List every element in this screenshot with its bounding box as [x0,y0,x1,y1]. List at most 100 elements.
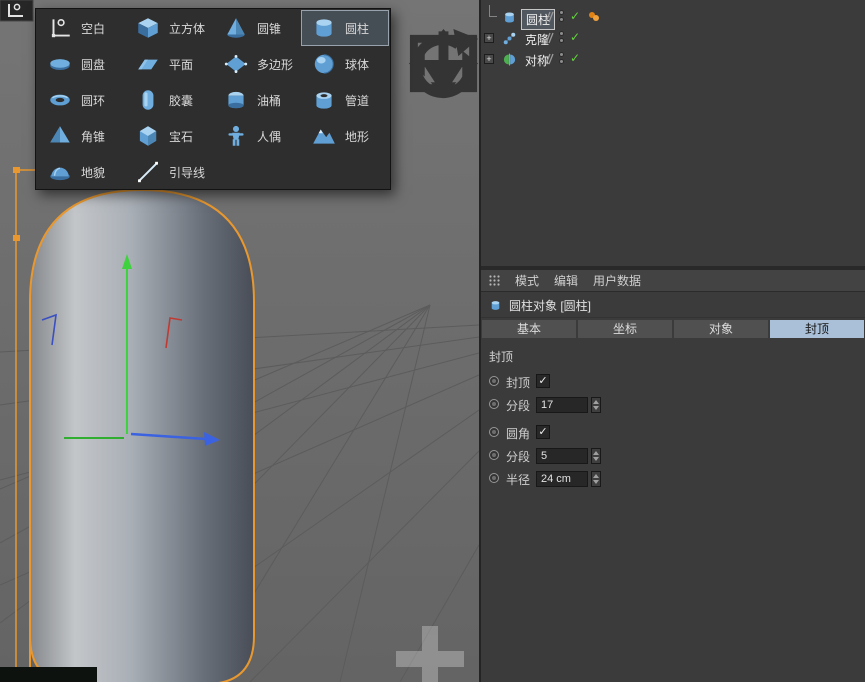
fillet-segments-stepper[interactable] [591,448,601,464]
bottom-bar-fragment [0,667,97,682]
cloner-object-icon [502,31,517,46]
keyframe-circle[interactable] [489,427,499,437]
keyframe-circle[interactable] [489,376,499,386]
attribute-title: 圆柱对象 [圆柱] [509,297,591,314]
capsule-object[interactable] [30,190,254,682]
layer-icon[interactable] [544,11,554,26]
caps-checkbox[interactable]: ✓ [536,374,550,388]
attr-label: 圆角 [506,425,530,442]
viewport-toolbar [404,24,483,40]
cylinder-icon [310,15,338,41]
menu-item-label: 球体 [345,56,369,73]
menu-item-oiltank[interactable]: 油桶 [213,82,301,118]
segments-stepper[interactable] [591,397,601,413]
cylinder-object-icon [489,298,502,313]
enabled-check-icon[interactable]: ✓ [570,51,580,65]
active-tool-icon[interactable] [0,0,33,21]
keyframe-circle[interactable] [489,399,499,409]
menu-item-gem[interactable]: 宝石 [125,118,213,154]
tab-caps[interactable]: 封顶 [770,320,864,338]
pyramid-icon [46,123,74,149]
attr-row-segments: 分段 17 [481,395,865,415]
menu-item-landscape[interactable]: 地形 [301,118,389,154]
menu-item-pyramid[interactable]: 角锥 [37,118,125,154]
cylinder-object-icon [502,10,517,25]
cone-icon [222,15,250,41]
menu-item-label: 平面 [169,56,193,73]
panel-grip-icon[interactable] [489,275,500,286]
visibility-dots[interactable] [559,10,564,24]
expand-icon[interactable]: + [484,33,494,43]
view-layout-icon[interactable] [467,24,483,40]
radius-stepper[interactable] [591,471,601,487]
attr-row-fillet-segments: 分段 5 [481,446,865,466]
object-manager[interactable]: 圆柱 ✓ + 克隆 ✓ + 对称 ✓ [481,0,865,266]
tab-basic[interactable]: 基本 [482,320,576,338]
menu-item-disc[interactable]: 圆盘 [37,46,125,82]
keyframe-circle[interactable] [489,473,499,483]
menu-item-torus[interactable]: 圆环 [37,82,125,118]
plane-icon [134,51,162,77]
visibility-dots[interactable] [559,31,564,45]
guide-icon [134,159,162,185]
attribute-manager: 模式 编辑 用户数据 圆柱对象 [圆柱] 基本 坐标 对象 封顶 封顶 封顶 ✓… [481,270,865,682]
menu-item-relief[interactable]: 地貌 [37,154,125,190]
keyframe-circle[interactable] [489,450,499,460]
figure-icon [222,123,250,149]
tube-icon [310,87,338,113]
fillet-segments-input[interactable]: 5 [536,448,588,464]
menu-item-label: 人偶 [257,128,281,145]
fillet-checkbox[interactable]: ✓ [536,425,550,439]
radius-input[interactable]: 24 cm [536,471,588,487]
tree-elbow [489,5,497,17]
attr-label: 半径 [506,471,530,488]
menu-item-cylinder[interactable]: 圆柱 [301,10,389,46]
tab-object[interactable]: 对象 [674,320,768,338]
menu-userdata[interactable]: 用户数据 [593,272,641,289]
menu-item-label: 引导线 [169,164,205,181]
menu-item-label: 圆柱 [345,20,369,37]
generator-state-icon [588,11,600,25]
capsule-icon [134,87,162,113]
expand-icon[interactable]: + [484,54,494,64]
tab-coordinates[interactable]: 坐标 [578,320,672,338]
menu-item-label: 圆环 [81,92,105,109]
enabled-check-icon[interactable]: ✓ [570,9,580,23]
menu-item-tube[interactable]: 管道 [301,82,389,118]
sphere-icon [310,51,338,77]
menu-item-polygon[interactable]: 多边形 [213,46,301,82]
object-row-cloner[interactable]: + 克隆 ✓ [481,29,865,48]
menu-edit[interactable]: 编辑 [554,272,578,289]
menu-item-label: 多边形 [257,56,293,73]
menu-item-null[interactable]: 空白 [37,10,125,46]
menu-item-plane[interactable]: 平面 [125,46,213,82]
attribute-title-row: 圆柱对象 [圆柱] [481,293,865,318]
menu-item-sphere[interactable]: 球体 [301,46,389,82]
layer-icon[interactable] [544,53,554,68]
right-panel: 圆柱 ✓ + 克隆 ✓ + 对称 ✓ [481,0,865,682]
menu-item-figure[interactable]: 人偶 [213,118,301,154]
layer-icon[interactable] [544,32,554,47]
enabled-check-icon[interactable]: ✓ [570,30,580,44]
attr-label: 封顶 [506,374,530,391]
menu-item-guide[interactable]: 引导线 [125,154,213,190]
attr-row-radius: 半径 24 cm [481,469,865,489]
menu-item-capsule[interactable]: 胶囊 [125,82,213,118]
menu-mode[interactable]: 模式 [515,272,539,289]
object-row-symmetry[interactable]: + 对称 ✓ [481,50,865,69]
object-row-cylinder[interactable]: 圆柱 ✓ [481,8,865,27]
menu-item-label: 立方体 [169,20,205,37]
relief-icon [46,159,74,185]
visibility-dots[interactable] [559,52,564,66]
attr-row-fillet: 圆角 ✓ [481,423,865,443]
menu-item-cube[interactable]: 立方体 [125,10,213,46]
menu-item-label: 油桶 [257,92,281,109]
primitives-menu: 空白 立方体 圆锥 圆柱 圆盘 平面 多边形 球体 圆环 胶囊 油桶 [35,8,391,190]
menu-item-label: 地貌 [81,164,105,181]
menu-item-cone[interactable]: 圆锥 [213,10,301,46]
section-title: 封顶 [489,348,513,365]
watermark-plus-icon [396,626,464,682]
menu-item-label: 圆锥 [257,20,281,37]
menu-item-label: 圆盘 [81,56,105,73]
segments-input[interactable]: 17 [536,397,588,413]
